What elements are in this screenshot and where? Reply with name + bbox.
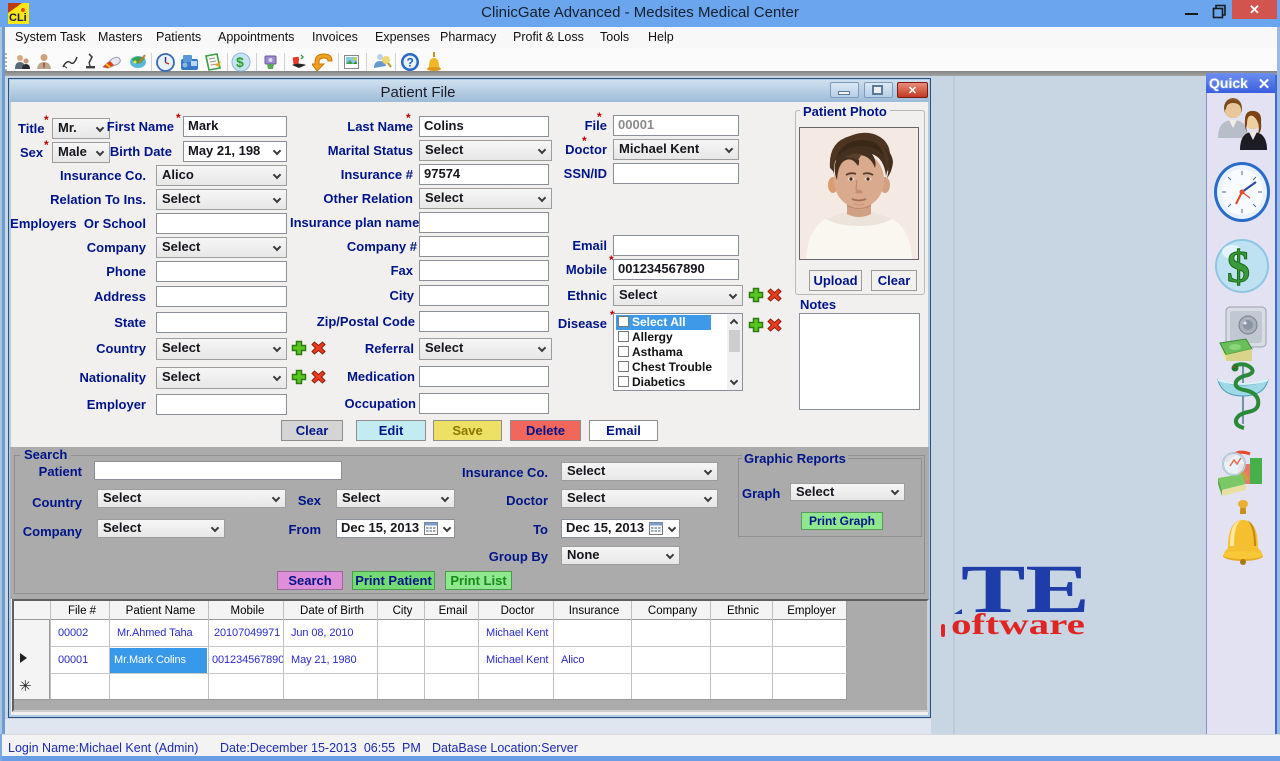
svg-text:?: ?: [407, 56, 414, 70]
svg-text:$: $: [236, 54, 244, 70]
svg-text:$: $: [1227, 241, 1250, 292]
